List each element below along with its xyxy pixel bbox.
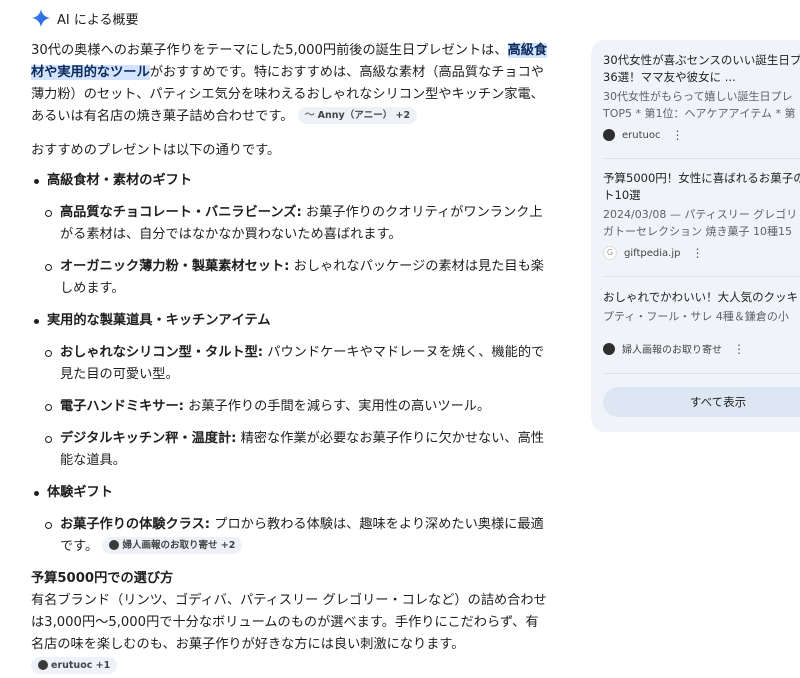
budget-paragraph: 有名ブランド（リンツ、ゴディバ、パティスリー グレゴリー・コレなど）の詰め合わせ… (31, 590, 551, 678)
item-name: オーガニック薄力粉・製菓素材セット: (60, 259, 290, 274)
source-title: 予算5000円！女性に喜ばれるお菓子の (603, 171, 800, 185)
source-snippet: プティ・フール・サレ 4種＆鎌倉の小 (603, 310, 789, 323)
chip-label: 婦人画報のお取り寄せ +2 (122, 539, 236, 551)
wave-icon: 〜 (304, 109, 315, 121)
budget-heading: 予算5000円での選び方 (31, 571, 174, 586)
google-favicon-icon: G (603, 246, 617, 260)
source-site: erutuoc ⋮ (603, 128, 800, 142)
category-title: 実用的な製菓道具・キッチンアイテム (47, 313, 271, 328)
source-chip-fujingaho[interactable]: 婦人画報のお取り寄せ +2 (102, 536, 243, 554)
header-title: AI による概要 (57, 12, 139, 28)
more-options-icon[interactable]: ⋮ (733, 342, 745, 356)
item-name: デジタルキッチン秤・温度計: (60, 431, 237, 446)
more-options-icon[interactable]: ⋮ (691, 246, 703, 260)
budget-text: 有名ブランド（リンツ、ゴディバ、パティスリー グレゴリー・コレなど）の詰め合わせ… (31, 593, 547, 652)
site-name: erutuoc (622, 129, 661, 141)
category-title: 体験ギフト (47, 485, 113, 500)
source-card[interactable]: おしゃれでかわいい！大人気のクッキ プティ・フール・サレ 4種＆鎌倉の小 婦人画… (603, 289, 800, 356)
chip-label: erutuoc +1 (51, 659, 111, 671)
source-snippet: 2024/03/08 — パティスリー グレゴリ (603, 208, 798, 221)
site-name: giftpedia.jp (624, 247, 681, 259)
list-item: デジタルキッチン秤・温度計: 精密な作業が必要なお菓子作りに欠かせない、高性能な… (45, 428, 551, 472)
divider (603, 276, 800, 277)
overview-body: 30代の奥様へのお菓子作りをテーマにした5,000円前後の誕生日プレゼントは、高… (31, 40, 551, 678)
sources-panel: 30代女性が喜ぶセンスのいい誕生日プ 36選！ママ友や彼女に ... 30代女性… (591, 40, 800, 432)
item-name: 高品質なチョコレート・バニラビーンズ: (60, 205, 302, 220)
intro-paragraph: 30代の奥様へのお菓子作りをテーマにした5,000円前後の誕生日プレゼントは、高… (31, 40, 551, 128)
divider (603, 158, 800, 159)
source-title-line2: ト10選 (603, 188, 641, 202)
source-snippet: 30代女性がもらって嬉しい誕生日プレ (603, 90, 793, 103)
list-item: お菓子作りの体験クラス: プロから教わる体験は、趣味をより深めたい奥様に最適です… (45, 514, 551, 558)
source-title-line2: 36選！ママ友や彼女に ... (603, 70, 736, 84)
source-card[interactable]: 30代女性が喜ぶセンスのいい誕生日プ 36選！ママ友や彼女に ... 30代女性… (603, 52, 800, 142)
list-item: 高品質なチョコレート・バニラビーンズ: お菓子作りのクオリティがワンランク上がる… (45, 202, 551, 246)
list-item: 電子ハンドミキサー: お菓子作りの手間を減らす、実用性の高いツール。 (45, 396, 551, 418)
gemini-sparkle-icon (31, 8, 51, 28)
more-options-icon[interactable]: ⋮ (671, 128, 683, 142)
intro-text-1: 30代の奥様へのお菓子作りをテーマにした5,000円前後の誕生日プレゼントは、 (31, 43, 508, 58)
list-item: オーガニック薄力粉・製菓素材セット: おしゃれなパッケージの素材は見た目も楽しめ… (45, 256, 551, 300)
source-title: おしゃれでかわいい！大人気のクッキ (603, 290, 799, 304)
category-list: 高級食材・素材のギフト 高品質なチョコレート・バニラビーンズ: お菓子作りのクオ… (31, 170, 551, 558)
source-chip-erutuoc[interactable]: erutuoc +1 (31, 656, 118, 674)
item-name: 電子ハンドミキサー: (60, 399, 184, 414)
source-chip-anny[interactable]: 〜 Anny（アニー） +2 (297, 106, 418, 124)
list-item: おしゃれなシリコン型・タルト型: パウンドケーキやマドレーヌを焼く、機能的で見た… (45, 342, 551, 386)
show-all-button[interactable]: すべて表示 (603, 387, 800, 417)
item-name: おしゃれなシリコン型・タルト型: (60, 345, 264, 360)
lead-text: おすすめのプレゼントは以下の通りです。 (31, 143, 281, 158)
list-item: 高級食材・素材のギフト 高品質なチョコレート・バニラビーンズ: お菓子作りのクオ… (31, 170, 551, 300)
source-card[interactable]: 予算5000円！女性に喜ばれるお菓子の ト10選 2024/03/08 — パテ… (603, 170, 800, 260)
source-site: G giftpedia.jp ⋮ (603, 246, 800, 260)
divider (603, 373, 800, 374)
site-favicon-icon (603, 342, 615, 355)
ai-overview-header: AI による概要 (31, 7, 138, 29)
item-desc: お菓子作りの手間を減らす、実用性の高いツール。 (183, 399, 491, 414)
site-favicon-icon (38, 660, 48, 670)
item-name: お菓子作りの体験クラス: (60, 517, 211, 532)
site-name: 婦人画報のお取り寄せ (622, 345, 722, 356)
site-favicon-icon (109, 540, 120, 550)
category-title: 高級食材・素材のギフト (47, 173, 193, 188)
source-site: 婦人画報のお取り寄せ ⋮ (603, 341, 800, 356)
source-title: 30代女性が喜ぶセンスのいい誕生日プ (603, 53, 800, 67)
source-snippet-line2: ガトーセレクション 焼き菓子 10種15 (603, 225, 792, 238)
source-snippet-line2: TOP5 * 第1位：ヘアケアアイテム * 第 (603, 107, 796, 120)
list-item: 体験ギフト お菓子作りの体験クラス: プロから教わる体験は、趣味をより深めたい奥… (31, 482, 551, 558)
chip-label: Anny（アニー） +2 (317, 109, 411, 121)
list-item: 実用的な製菓道具・キッチンアイテム おしゃれなシリコン型・タルト型: パウンドケ… (31, 310, 551, 472)
site-favicon-icon (603, 129, 615, 141)
